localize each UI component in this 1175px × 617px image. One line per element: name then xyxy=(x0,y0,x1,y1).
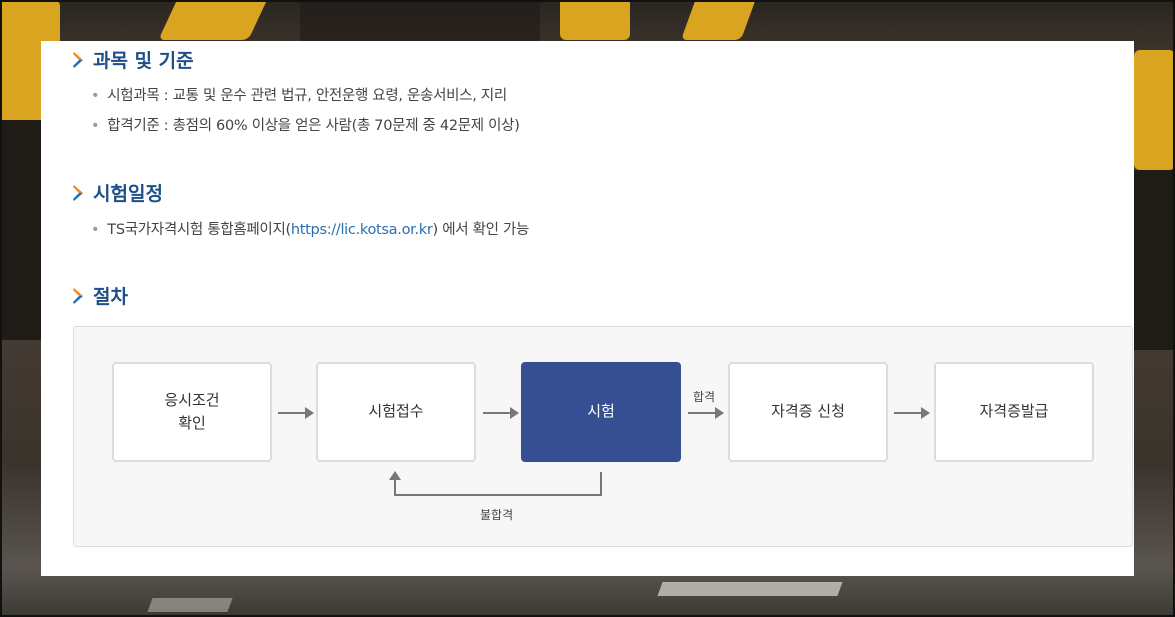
fail-loop-line xyxy=(394,494,602,496)
chevron-right-icon xyxy=(73,184,83,201)
section-title-schedule: 시험일정 xyxy=(73,179,163,206)
fail-label: 불합격 xyxy=(480,508,514,522)
step-exam: 시험 xyxy=(521,362,681,462)
step-eligibility: 응시조건 확인 xyxy=(112,362,272,462)
procedure-flowchart: 응시조건 확인 시험접수 시험 합격 자격증 신청 자격증발급 불합격 xyxy=(73,326,1133,547)
arrow-right-icon xyxy=(894,407,930,419)
step-registration: 시험접수 xyxy=(316,362,476,462)
section-title-text: 과목 및 기준 xyxy=(93,50,194,72)
step-license-application: 자격증 신청 xyxy=(728,362,888,462)
list-item: • 합격기준 : 총점의 60% 이상을 얻은 사람(총 70문제 중 42문제 … xyxy=(91,118,520,134)
chevron-right-icon xyxy=(73,287,83,304)
arrow-right-icon xyxy=(278,407,314,419)
list-item: • TS국가자격시험 통합홈페이지(https://lic.kotsa.or.kr… xyxy=(91,222,530,238)
fail-loop-line xyxy=(394,479,396,496)
section-title-subjects: 과목 및 기준 xyxy=(73,46,194,73)
arrow-up-icon xyxy=(389,471,401,480)
section-title-text: 시험일정 xyxy=(93,183,163,205)
exam-info-card: 과목 및 기준 • 시험과목 : 교통 및 운수 관련 법규, 안전운행 요령, … xyxy=(41,41,1134,576)
section-title-text: 절차 xyxy=(93,286,128,308)
section-title-procedure: 절차 xyxy=(73,282,128,309)
step-license-issuance: 자격증발급 xyxy=(934,362,1094,462)
kotsa-link[interactable]: https://lic.kotsa.or.kr xyxy=(291,222,433,238)
fail-loop-line xyxy=(600,472,602,496)
arrow-right-icon xyxy=(483,407,519,419)
list-item: • 시험과목 : 교통 및 운수 관련 법규, 안전운행 요령, 운송서비스, 지… xyxy=(91,88,507,104)
arrow-right-icon xyxy=(688,407,724,419)
chevron-right-icon xyxy=(73,51,83,68)
pass-label: 합격 xyxy=(693,390,716,404)
